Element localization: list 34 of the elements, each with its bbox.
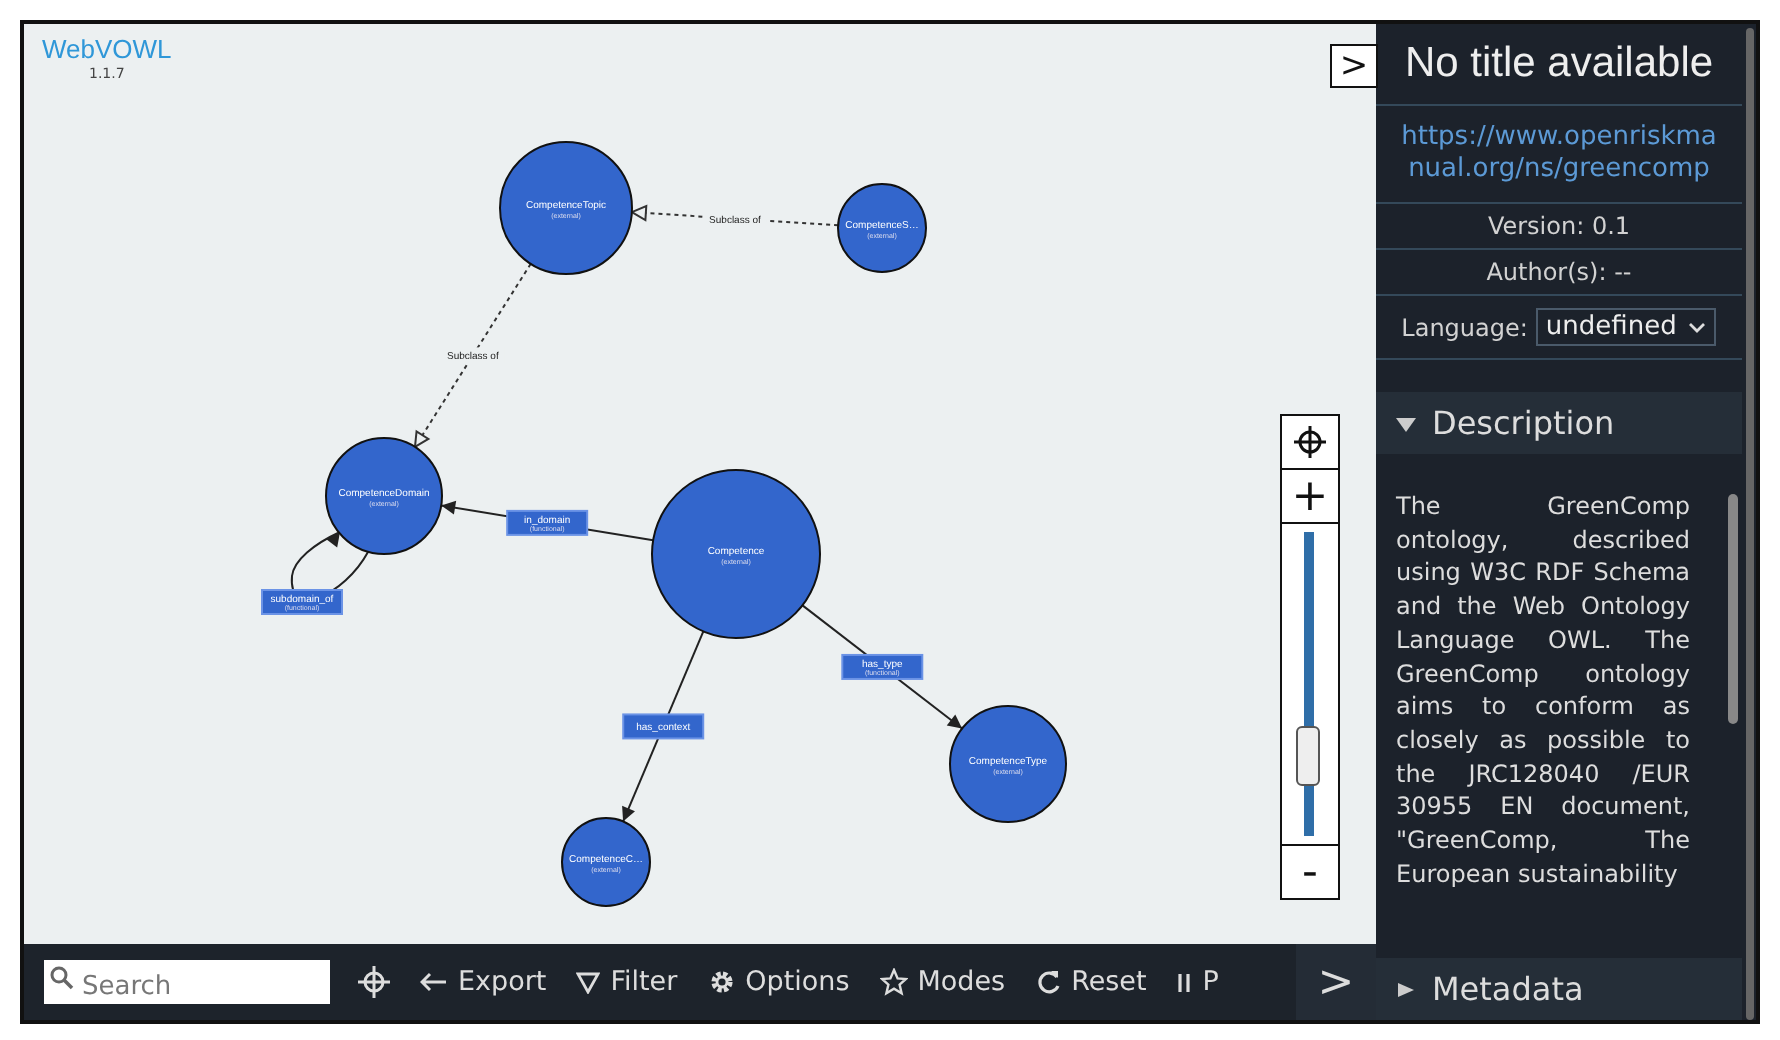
- search-field[interactable]: Search: [44, 960, 330, 1004]
- filter-button[interactable]: Filter: [576, 966, 678, 998]
- authors-text: Author(s): --: [1376, 250, 1742, 296]
- reset-button[interactable]: Reset: [1035, 966, 1147, 998]
- return-arrow-icon: [420, 972, 448, 992]
- crosshair-icon: [1294, 426, 1326, 458]
- locate-button[interactable]: [358, 966, 390, 998]
- scrollbar[interactable]: [1746, 28, 1754, 1020]
- triangle-down-icon: [1396, 413, 1416, 433]
- star-icon: [879, 968, 908, 996]
- chevron-down-icon: [1688, 321, 1707, 333]
- section-header[interactable]: Description: [1376, 392, 1742, 454]
- language-select[interactable]: undefined: [1535, 308, 1717, 346]
- version-text: Version: 0.1: [1376, 204, 1742, 250]
- export-button[interactable]: Export: [420, 966, 547, 998]
- description-text: The GreenComp ontology, described using W3C RDF Schema and the Web Ontology Language OWL. The GreenComp ontology aims to conform as closely as possible to the JRC128040 /EUR 30955 EN document, "GreenComp, The European sustainability: [1396, 490, 1690, 891]
- triangle-right-icon: [1396, 979, 1416, 999]
- section-header[interactable]: Metadata: [1376, 958, 1742, 1020]
- reload-icon: [1035, 968, 1062, 996]
- sidebar-toggle[interactable]: >: [1296, 944, 1376, 1020]
- search-icon: [50, 966, 74, 990]
- gear-icon: [707, 968, 736, 996]
- ontology-iri-link[interactable]: https://www.openriskmanual.org/ns/greencomp: [1384, 122, 1734, 186]
- filter-icon: [576, 971, 601, 993]
- pause-button[interactable]: P: [1176, 966, 1219, 998]
- language-label: Language:: [1401, 313, 1528, 341]
- pause-icon: [1176, 971, 1193, 993]
- sidebar-toggle[interactable]: >: [1330, 44, 1378, 88]
- app-logo: WebVOWL: [42, 34, 172, 64]
- ontology-title: No title available: [1376, 24, 1742, 106]
- options-button[interactable]: Options: [707, 966, 850, 998]
- modes-button[interactable]: Modes: [879, 966, 1006, 998]
- scrollbar[interactable]: [1728, 494, 1738, 724]
- crosshair-icon: [358, 966, 390, 998]
